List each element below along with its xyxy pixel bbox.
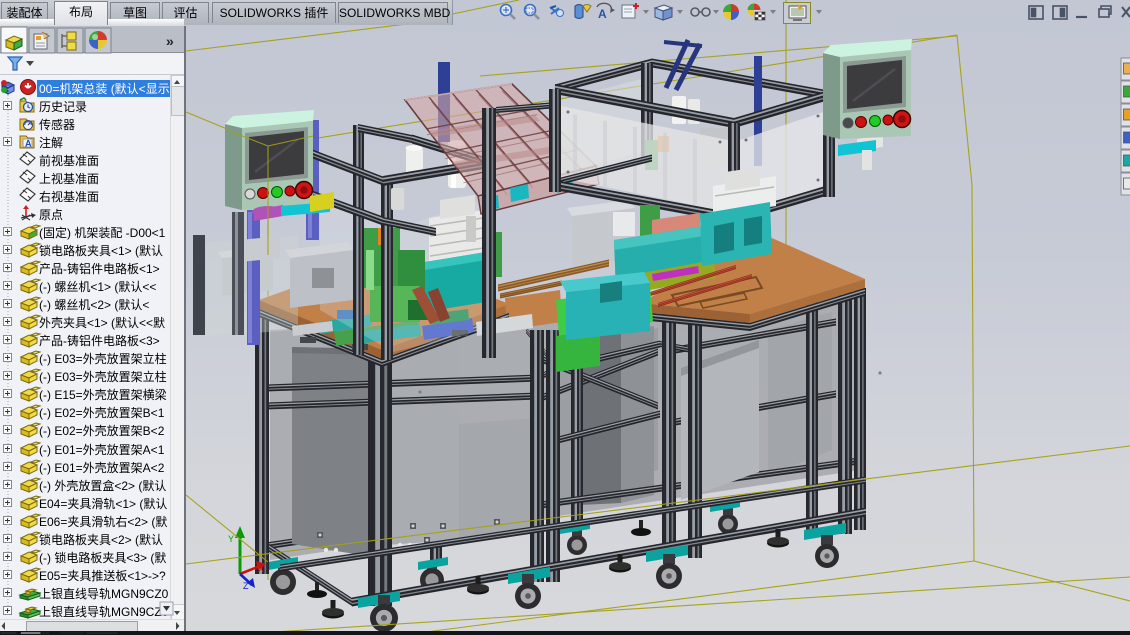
svg-text:A: A bbox=[598, 7, 607, 21]
svg-text:X: X bbox=[258, 564, 264, 574]
svg-text:Z: Z bbox=[243, 581, 249, 591]
svg-text:Y: Y bbox=[228, 534, 234, 544]
svg-text:A: A bbox=[25, 138, 32, 148]
